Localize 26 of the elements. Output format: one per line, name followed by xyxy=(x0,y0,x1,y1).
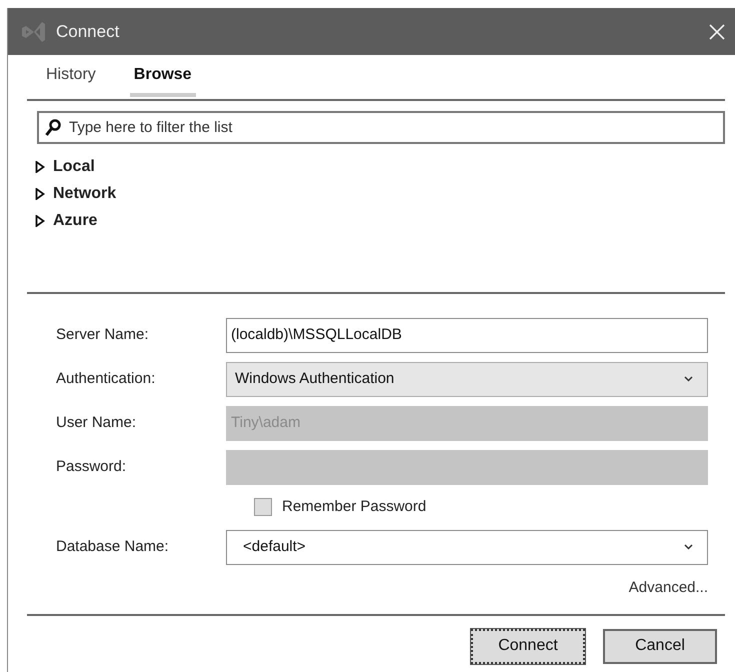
connect-button[interactable]: Connect xyxy=(471,628,585,664)
filter-field[interactable]: Type here to filter the list xyxy=(37,111,725,144)
chevron-down-icon xyxy=(684,544,693,550)
dropdown[interactable]: Windows Authentication xyxy=(226,362,708,396)
field-label: Password: xyxy=(56,456,128,477)
close-button[interactable] xyxy=(707,22,727,42)
window-title: Connect xyxy=(56,20,120,43)
app-logo-icon xyxy=(20,20,46,44)
tab[interactable]: History xyxy=(42,63,100,97)
tree-item[interactable]: Azure xyxy=(35,207,98,234)
field-label: Authentication: xyxy=(56,368,156,389)
tree-item[interactable]: Local xyxy=(35,153,95,180)
input-field[interactable]: (localdb)\MSSQLLocalDB xyxy=(226,318,708,352)
search-icon xyxy=(45,119,61,137)
tab[interactable]: Browse xyxy=(130,63,196,97)
checkbox[interactable] xyxy=(254,498,272,516)
remember-password-checkbox[interactable]: Remember Password xyxy=(254,496,426,518)
tree-item[interactable]: Network xyxy=(35,180,116,207)
close-icon xyxy=(709,24,725,40)
cancel-button[interactable]: Cancel xyxy=(603,628,717,664)
field-label: Server Name: xyxy=(56,324,150,345)
advanced-link[interactable]: Advanced... xyxy=(628,577,708,600)
combo-box[interactable]: <default> xyxy=(226,530,708,564)
chevron-down-icon xyxy=(684,376,693,382)
field-label: Database Name: xyxy=(56,536,170,557)
field-label: User Name: xyxy=(56,412,138,433)
